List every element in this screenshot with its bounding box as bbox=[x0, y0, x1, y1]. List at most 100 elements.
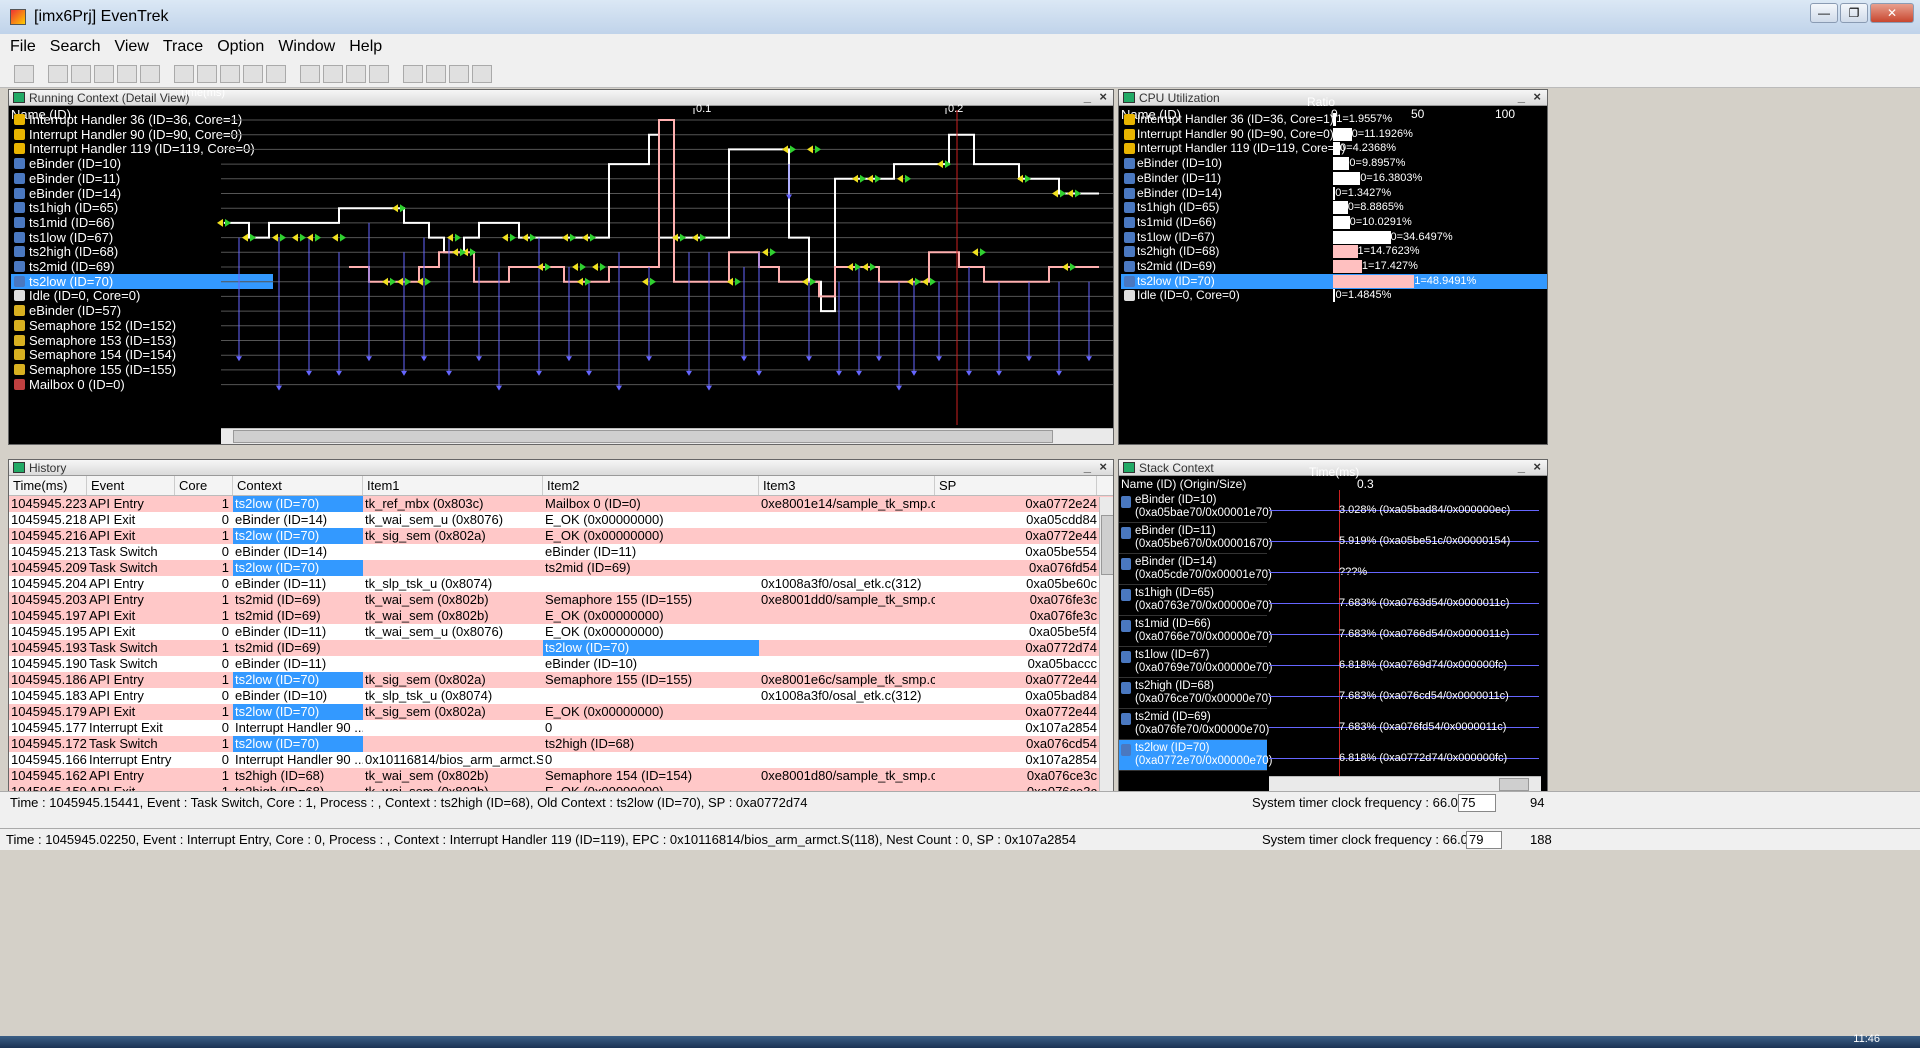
save-icon[interactable] bbox=[48, 64, 68, 83]
history-row[interactable]: 1045945.17200Task Switch 1 ts2low (ID=70) t… bbox=[9, 736, 1113, 752]
close-panel-button[interactable]: × bbox=[1533, 460, 1541, 474]
close-panel-button[interactable]: × bbox=[1099, 460, 1107, 474]
history-row[interactable]: 1045945.21338Task Switch 0 eBinder (ID=14)… bbox=[9, 544, 1113, 560]
cpu-row[interactable]: ts2mid (ID=69) 1=17.427% bbox=[1121, 259, 1547, 274]
find-icon[interactable] bbox=[71, 64, 91, 83]
history-cell-item1: tk_wai_sem_u (0x8076) bbox=[365, 624, 504, 639]
menu-trace[interactable]: Trace bbox=[163, 38, 203, 56]
cpu-row[interactable]: eBinder (ID=11) 0=16.3803% bbox=[1121, 171, 1547, 186]
minimize-button[interactable]: — bbox=[1810, 3, 1838, 23]
stack-row[interactable]: ts2low (ID=70) (0xa0772e70/0x00000e70) bbox=[1119, 740, 1272, 771]
minimize-panel-button[interactable]: _ bbox=[1518, 90, 1525, 104]
cpu-row[interactable]: ts2low (ID=70) 1=48.9491% bbox=[1121, 273, 1547, 289]
task-icon bbox=[1124, 158, 1135, 170]
event-arrowhead bbox=[446, 370, 452, 376]
cpu-row[interactable]: ts1high (ID=65) 0=8.8865% bbox=[1121, 200, 1547, 215]
stack-row[interactable]: eBinder (ID=10) (0xa05bae70/0x00001e70) bbox=[1119, 492, 1272, 523]
taskbar-clock: 11:46 bbox=[1853, 1033, 1880, 1045]
close-panel-button[interactable]: × bbox=[1533, 90, 1541, 104]
history-row[interactable]: 1045945.17958API Exit 1 ts2low (ID=70)tk_s… bbox=[9, 704, 1113, 720]
play-icon[interactable] bbox=[323, 64, 343, 83]
history-row[interactable]: 1045945.19000Task Switch 0 eBinder (ID=11)… bbox=[9, 656, 1113, 672]
col-context[interactable]: Context bbox=[233, 476, 363, 495]
col-event[interactable]: Event bbox=[87, 476, 175, 495]
find-all-icon[interactable] bbox=[140, 64, 160, 83]
history-row[interactable]: 1045945.16267API Entry 1 ts2high (ID=68) tk… bbox=[9, 768, 1113, 784]
filter-icon[interactable] bbox=[174, 64, 194, 83]
col-item3[interactable]: Item3 bbox=[759, 476, 935, 495]
history-vscrollbar[interactable] bbox=[1099, 497, 1113, 792]
spin-input-1[interactable]: 75 bbox=[1458, 794, 1496, 812]
history-row[interactable]: 1045945.18665API Entry 1 ts2low (ID=70)tk_… bbox=[9, 672, 1113, 688]
grid-icon[interactable] bbox=[472, 64, 492, 83]
menu-view[interactable]: View bbox=[114, 38, 148, 56]
history-row[interactable]: 1045945.17770Interrupt Exit 0 Interrupt Ha… bbox=[9, 720, 1113, 736]
maximize-button[interactable]: ❐ bbox=[1840, 3, 1868, 23]
minimize-panel-button[interactable]: _ bbox=[1518, 460, 1525, 474]
history-row[interactable]: 1045945.20997Task Switch 1 ts2low (ID=70) t… bbox=[9, 560, 1113, 576]
cpu-row[interactable]: Idle (ID=0, Core=0) 0=1.4845% bbox=[1121, 288, 1547, 303]
menu-file[interactable]: File bbox=[10, 38, 36, 56]
running-context-chart[interactable]: Time(ms)0.10.20.3 bbox=[9, 90, 1114, 445]
open-icon[interactable] bbox=[14, 64, 34, 83]
cpu-row[interactable]: eBinder (ID=10) 0=9.8957% bbox=[1121, 156, 1547, 171]
stack-row[interactable]: eBinder (ID=11) (0xa05be670/0x00001670) bbox=[1119, 523, 1272, 554]
view3-icon[interactable] bbox=[243, 64, 263, 83]
col-item1[interactable]: Item1 bbox=[363, 476, 543, 495]
cpu-row[interactable]: Interrupt Handler 119 (ID=119, Core=0) 0=… bbox=[1121, 141, 1547, 156]
export-icon[interactable] bbox=[426, 64, 446, 83]
history-row[interactable]: 1045945.21680API Exit 1 ts2low (ID=70)tk_s… bbox=[9, 528, 1113, 544]
cpu-row[interactable]: Interrupt Handler 36 (ID=36, Core=1) 1=1.… bbox=[1121, 112, 1547, 127]
menu-help[interactable]: Help bbox=[349, 38, 382, 56]
history-row[interactable]: 1045945.18312API Entry 0 eBinder (ID=10) tk… bbox=[9, 688, 1113, 704]
stack-hscroll-thumb[interactable] bbox=[1499, 778, 1529, 791]
settings-icon[interactable] bbox=[300, 64, 320, 83]
stack-row[interactable]: ts2high (ID=68) (0xa076ce70/0x00000e70) bbox=[1119, 678, 1272, 709]
col-item2[interactable]: Item2 bbox=[543, 476, 759, 495]
history-row[interactable]: 1045945.19538API Exit 0 eBinder (ID=11) tk_… bbox=[9, 624, 1113, 640]
eject-icon[interactable] bbox=[346, 64, 366, 83]
col-time[interactable]: Time(ms) bbox=[9, 476, 87, 495]
view4-icon[interactable] bbox=[266, 64, 286, 83]
stop-icon[interactable] bbox=[369, 64, 389, 83]
menu-window[interactable]: Window bbox=[278, 38, 335, 56]
view1-icon[interactable] bbox=[197, 64, 217, 83]
view2-icon[interactable] bbox=[220, 64, 240, 83]
record-icon[interactable] bbox=[403, 64, 423, 83]
stack-row[interactable]: ts1high (ID=65) (0xa0763e70/0x00000e70) bbox=[1119, 585, 1272, 616]
stack-row[interactable]: ts1mid (ID=66) (0xa0766e70/0x00000e70) bbox=[1119, 616, 1272, 647]
history-cell-core: 1 bbox=[221, 592, 229, 607]
find-next-icon[interactable] bbox=[117, 64, 137, 83]
minimize-panel-button[interactable]: _ bbox=[1084, 460, 1091, 474]
close-button[interactable]: ✕ bbox=[1870, 3, 1914, 23]
stack-hscrollbar[interactable] bbox=[1269, 776, 1541, 792]
spin-input-2[interactable]: 79 bbox=[1466, 831, 1502, 849]
cpu-row[interactable]: ts2high (ID=68) 1=14.7623% bbox=[1121, 244, 1547, 259]
stack-row[interactable]: ts2mid (ID=69) (0xa076fe70/0x00000e70) bbox=[1119, 709, 1269, 740]
history-row[interactable]: 1045945.16623Interrupt Entry 0 Interrupt H… bbox=[9, 752, 1113, 768]
history-cell-sp: 0xa05baccc bbox=[1027, 656, 1097, 671]
cpu-row[interactable]: ts1low (ID=67) 0=34.6497% bbox=[1121, 230, 1547, 245]
menu-search[interactable]: Search bbox=[50, 38, 101, 56]
running-hscrollbar[interactable] bbox=[221, 428, 1113, 444]
task-icon bbox=[1121, 496, 1131, 508]
history-row[interactable]: 1045945.19786API Exit 1 ts2mid (ID=69) tk_w… bbox=[9, 608, 1113, 624]
import-icon[interactable] bbox=[449, 64, 469, 83]
stack-row[interactable]: eBinder (ID=14) (0xa05cde70/0x00001e70) bbox=[1119, 554, 1272, 585]
running-hscroll-thumb[interactable] bbox=[233, 430, 1053, 443]
history-row[interactable]: 1045945.19386Task Switch 1 ts2mid (ID=69) t… bbox=[9, 640, 1113, 656]
col-core[interactable]: Core bbox=[175, 476, 233, 495]
cpu-row[interactable]: eBinder (ID=14) 0=1.3427% bbox=[1121, 186, 1547, 201]
cpu-row[interactable]: Interrupt Handler 90 (ID=90, Core=0) 0=11… bbox=[1121, 127, 1547, 142]
cpu-row[interactable]: ts1mid (ID=66) 0=10.0291% bbox=[1121, 215, 1547, 230]
history-row[interactable]: 1045945.21826API Exit 0 eBinder (ID=14) tk_… bbox=[9, 512, 1113, 528]
history-vscroll-thumb[interactable] bbox=[1101, 515, 1113, 575]
stack-row[interactable]: ts1low (ID=67) (0xa0769e70/0x00000e70) bbox=[1119, 647, 1272, 678]
history-row[interactable]: 1045945.22361API Entry 1 ts2low (ID=70)tk_… bbox=[9, 496, 1113, 512]
history-cell-time: 1045945.17200 bbox=[11, 736, 87, 751]
menu-option[interactable]: Option bbox=[217, 38, 264, 56]
col-sp[interactable]: SP bbox=[935, 476, 1097, 495]
find-prev-icon[interactable] bbox=[94, 64, 114, 83]
history-row[interactable]: 1045945.20315API Entry 1 ts2mid (ID=69) tk_… bbox=[9, 592, 1113, 608]
history-row[interactable]: 1045945.20491API Entry 0 eBinder (ID=11) tk… bbox=[9, 576, 1113, 592]
